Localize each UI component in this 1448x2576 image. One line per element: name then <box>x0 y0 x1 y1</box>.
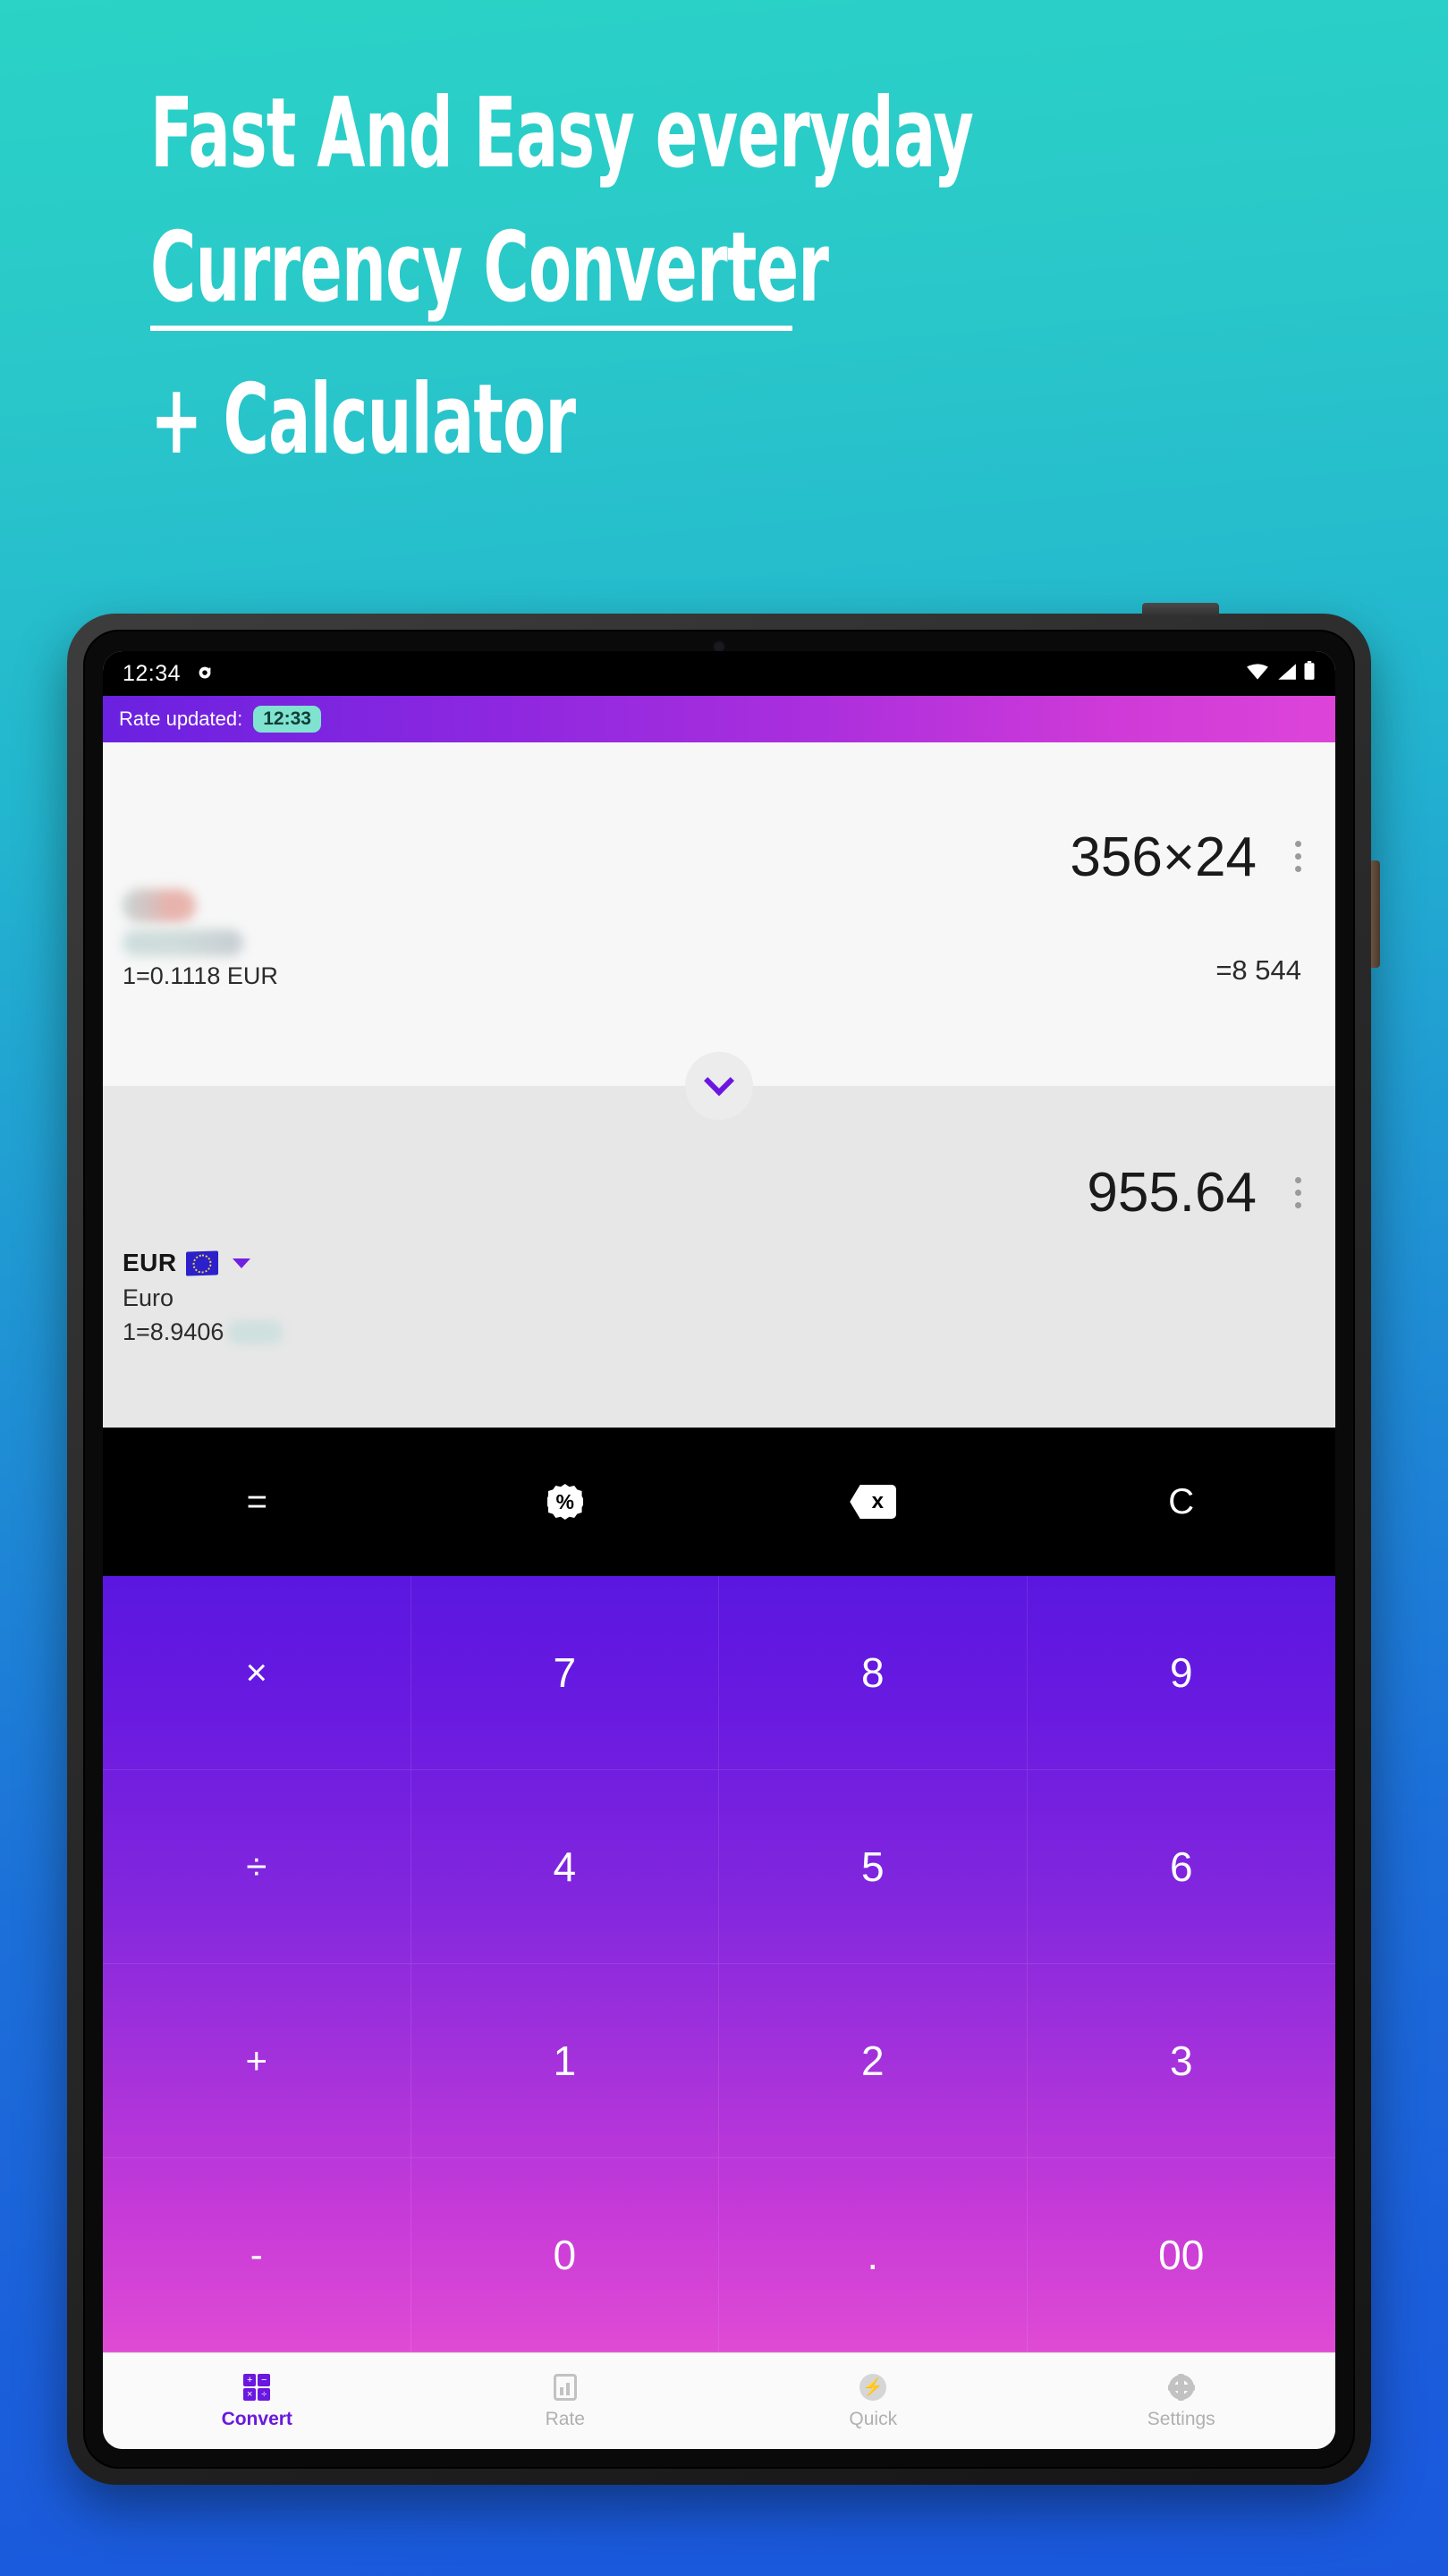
status-bar-icons <box>1246 660 1316 687</box>
battery-icon <box>1303 660 1316 687</box>
conversion-row-from[interactable]: 1=0.1118 EUR 356×24 =8 544 <box>103 742 1335 1086</box>
notification-icon <box>195 664 215 683</box>
to-currency-rate-blurred <box>227 1320 284 1344</box>
status-bar-time: 12:34 <box>123 660 182 686</box>
calculator-function-row: = % x C <box>103 1428 1335 1576</box>
calc-icon-minus: − <box>258 2374 271 2386</box>
clear-button[interactable]: C <box>1028 1482 1336 1522</box>
calculator-icon: + − × ÷ <box>241 2372 272 2402</box>
key-double-zero[interactable]: 00 <box>1027 2158 1335 2352</box>
nav-label-settings: Settings <box>1147 2409 1215 2429</box>
status-bar: 12:34 <box>103 651 1335 696</box>
promo-line-3: + Calculator <box>150 364 576 476</box>
to-currency-rate-value: 1=8.9406 <box>123 1318 224 1345</box>
equals-icon: = <box>246 1481 267 1521</box>
key-8[interactable]: 8 <box>719 1576 1028 1770</box>
backspace-button[interactable]: x <box>719 1485 1028 1519</box>
nav-label-quick: Quick <box>849 2409 898 2429</box>
percent-badge-icon: % <box>546 1484 583 1520</box>
percent-button[interactable]: % <box>411 1484 720 1520</box>
rate-updated-time-badge: 12:33 <box>253 706 321 733</box>
promo-underline <box>150 326 792 331</box>
wifi-icon <box>1246 661 1269 687</box>
volume-button[interactable] <box>1371 860 1380 968</box>
nav-item-quick[interactable]: ⚡ Quick <box>719 2372 1028 2430</box>
calculator-keypad: × 7 8 9 ÷ 4 5 6 + 1 2 3 - 0 . 00 <box>103 1576 1335 2352</box>
rate-updated-bar[interactable]: Rate updated: 12:33 <box>103 696 1335 742</box>
bottom-navigation-bar: + − × ÷ Convert Rate ⚡ Quick Settings <box>103 2352 1335 2449</box>
key-decimal[interactable]: . <box>719 2158 1028 2352</box>
conversion-row-to[interactable]: EUR Euro 1=8.9406 955.64 <box>103 1052 1335 1428</box>
device-screen: 12:34 Rate updated: 12:33 1=0.1118 EUR 3… <box>103 651 1335 2449</box>
to-amount-value[interactable]: 955.64 <box>1087 1161 1257 1224</box>
nav-label-convert: Convert <box>221 2409 292 2429</box>
signal-icon <box>1275 661 1297 687</box>
eu-flag-icon <box>185 1250 218 1276</box>
backspace-icon: x <box>850 1485 897 1519</box>
power-button[interactable] <box>1142 603 1219 617</box>
from-amount-result: =8 544 <box>1215 954 1301 986</box>
key-7[interactable]: 7 <box>411 1576 719 1770</box>
equals-button[interactable]: = <box>103 1482 411 1522</box>
chevron-down-icon <box>704 1065 734 1097</box>
from-amount-value[interactable]: 356×24 <box>1070 826 1257 889</box>
from-currency-selector[interactable]: 1=0.1118 EUR <box>123 889 278 990</box>
promo-headline: Fast And Easy everyday Currency Converte… <box>150 86 1224 469</box>
to-currency-code: EUR <box>123 1249 177 1276</box>
from-currency-code-blurred[interactable] <box>123 889 196 922</box>
from-currency-name-blurred <box>123 929 243 956</box>
key-divide[interactable]: ÷ <box>103 1770 411 1964</box>
nav-item-convert[interactable]: + − × ÷ Convert <box>103 2372 411 2430</box>
rate-updated-label: Rate updated: <box>119 708 243 730</box>
bolt-icon: ⚡ <box>858 2372 888 2402</box>
key-2[interactable]: 2 <box>719 1964 1028 2158</box>
swap-currencies-button[interactable] <box>685 1052 753 1120</box>
to-currency-rate: 1=8.9406 <box>123 1318 284 1346</box>
key-plus[interactable]: + <box>103 1964 411 2158</box>
promo-line-1: Fast And Easy everyday <box>150 78 974 190</box>
key-5[interactable]: 5 <box>719 1770 1028 1964</box>
nav-item-rate[interactable]: Rate <box>411 2372 720 2430</box>
calc-icon-times: × <box>243 2388 257 2401</box>
nav-label-rate: Rate <box>545 2409 585 2429</box>
to-currency-name: Euro <box>123 1284 174 1311</box>
to-currency-selector[interactable]: EUR Euro 1=8.9406 <box>123 1249 284 1346</box>
calc-icon-plus: + <box>243 2374 257 2386</box>
key-minus[interactable]: - <box>103 2158 411 2352</box>
key-multiply[interactable]: × <box>103 1576 411 1770</box>
key-1[interactable]: 1 <box>411 1964 719 2158</box>
from-currency-rate: 1=0.1118 EUR <box>123 962 278 989</box>
tablet-device-frame: 12:34 Rate updated: 12:33 1=0.1118 EUR 3… <box>67 603 1380 2485</box>
promo-line-2: Currency Converter <box>150 212 829 324</box>
clear-icon: C <box>1168 1481 1195 1521</box>
caret-down-icon[interactable] <box>232 1258 250 1268</box>
calc-icon-divide: ÷ <box>258 2388 271 2401</box>
key-4[interactable]: 4 <box>411 1770 719 1964</box>
nav-item-settings[interactable]: Settings <box>1028 2372 1336 2430</box>
key-9[interactable]: 9 <box>1027 1576 1335 1770</box>
gear-icon <box>1166 2372 1197 2402</box>
device-bezel: 12:34 Rate updated: 12:33 1=0.1118 EUR 3… <box>83 630 1355 2469</box>
key-3[interactable]: 3 <box>1027 1964 1335 2158</box>
key-0[interactable]: 0 <box>411 2158 719 2352</box>
to-kebab-menu-icon[interactable] <box>1295 1177 1301 1208</box>
chart-icon <box>550 2372 580 2402</box>
key-6[interactable]: 6 <box>1027 1770 1335 1964</box>
from-kebab-menu-icon[interactable] <box>1295 841 1301 872</box>
